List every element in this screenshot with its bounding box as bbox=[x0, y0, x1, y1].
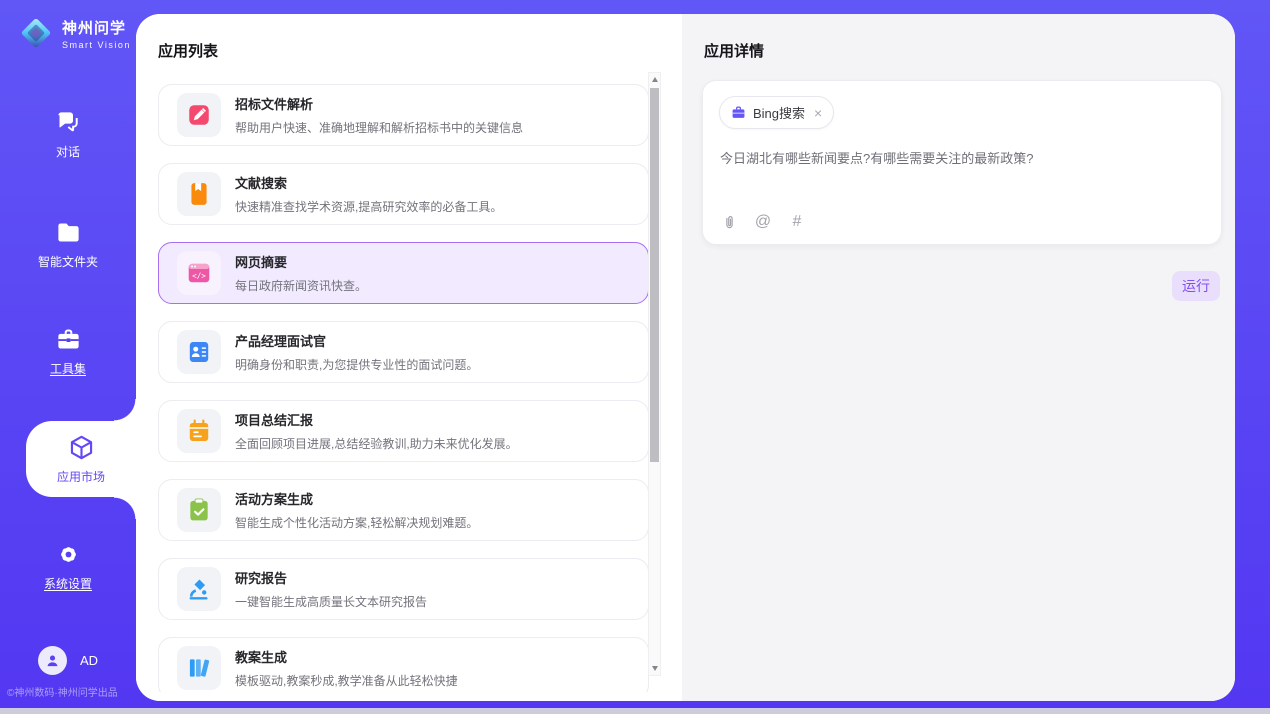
app-list-title: 应用列表 bbox=[158, 40, 218, 61]
svg-text:</>: </> bbox=[192, 271, 206, 280]
tool-tag-label: Bing搜索 bbox=[753, 103, 805, 122]
scrollbar-thumb[interactable] bbox=[650, 88, 659, 462]
interview-icon bbox=[186, 339, 212, 365]
diamond-logo-icon bbox=[18, 15, 54, 51]
tool-tag-bing-search[interactable]: Bing搜索 × bbox=[719, 96, 834, 129]
app-item-title: 产品经理面试官 bbox=[235, 331, 478, 350]
brand-logo: 神州问学 Smart Vision bbox=[18, 15, 131, 51]
toolbox-icon bbox=[55, 326, 82, 353]
sidebar-item-label: 工具集 bbox=[50, 360, 86, 377]
gear-icon bbox=[55, 541, 82, 568]
app-item-desc: 智能生成个性化活动方案,轻松解决规划难题。 bbox=[235, 514, 478, 531]
scroll-down-icon[interactable] bbox=[649, 662, 660, 675]
brand-slogan: Smart Vision bbox=[62, 40, 131, 50]
app-item-desc: 一键智能生成高质量长文本研究报告 bbox=[235, 593, 427, 610]
sidebar-item-label: 系统设置 bbox=[44, 575, 92, 592]
app-item-title: 教案生成 bbox=[235, 647, 458, 666]
plan-icon bbox=[186, 497, 212, 523]
close-icon[interactable]: × bbox=[814, 106, 822, 120]
sidebar-item-label: 对话 bbox=[56, 143, 80, 160]
list-item[interactable]: 招标文件解析 帮助用户快速、准确地理解和解析招标书中的关键信息 bbox=[158, 84, 649, 146]
main-content: 应用列表 招标文件解析 帮助用户快速、准确地理解和解析招标书中的关键信息 文献搜… bbox=[136, 14, 1235, 701]
run-button[interactable]: 运行 bbox=[1172, 271, 1220, 301]
summary-icon bbox=[186, 418, 212, 444]
edit-document-icon bbox=[186, 102, 212, 128]
sidebar-item-toolset[interactable]: 工具集 bbox=[0, 321, 136, 381]
app-list-panel: 应用列表 招标文件解析 帮助用户快速、准确地理解和解析招标书中的关键信息 文献搜… bbox=[136, 14, 682, 701]
composer-toolbar: @ # bbox=[720, 213, 806, 231]
prompt-input[interactable]: 今日湖北有哪些新闻要点?有哪些需要关注的最新政策? bbox=[720, 149, 1204, 169]
chat-icon bbox=[55, 109, 82, 136]
sidebar: 神州问学 Smart Vision 对话 智能文件夹 工具集 应用市场 系统设置… bbox=[0, 0, 136, 708]
user-icon bbox=[44, 652, 61, 669]
list-item[interactable]: 文献搜索 快速精准查找学术资源,提高研究效率的必备工具。 bbox=[158, 163, 649, 225]
app-item-title: 文献搜索 bbox=[235, 173, 502, 192]
app-item-title: 活动方案生成 bbox=[235, 489, 478, 508]
app-detail-title: 应用详情 bbox=[704, 40, 764, 61]
app-item-desc: 帮助用户快速、准确地理解和解析招标书中的关键信息 bbox=[235, 119, 523, 136]
app-item-desc: 全面回顾项目进展,总结经验教训,助力未来优化发展。 bbox=[235, 435, 518, 452]
app-item-title: 研究报告 bbox=[235, 568, 427, 587]
research-icon bbox=[186, 576, 212, 602]
avatar[interactable] bbox=[38, 646, 67, 675]
sidebar-item-label: 智能文件夹 bbox=[38, 253, 98, 270]
app-window: 神州问学 Smart Vision 对话 智能文件夹 工具集 应用市场 系统设置… bbox=[0, 0, 1270, 708]
brand-name: 神州问学 bbox=[62, 17, 131, 38]
sidebar-item-label: 应用市场 bbox=[57, 468, 105, 485]
user-account[interactable]: AD bbox=[0, 646, 136, 675]
copyright-text: ©神州数码·神州问学出品 bbox=[7, 684, 118, 699]
user-name: AD bbox=[80, 653, 98, 668]
sidebar-item-settings[interactable]: 系统设置 bbox=[0, 536, 136, 596]
sidebar-item-app-market[interactable]: 应用市场 bbox=[26, 421, 136, 497]
app-item-desc: 快速精准查找学术资源,提高研究效率的必备工具。 bbox=[235, 198, 502, 215]
list-item[interactable]: 研究报告 一键智能生成高质量长文本研究报告 bbox=[158, 558, 649, 620]
list-item[interactable]: 教案生成 模板驱动,教案秒成,教学准备从此轻松快捷 bbox=[158, 637, 649, 692]
paperclip-icon[interactable] bbox=[720, 213, 738, 231]
list-item[interactable]: </> 网页摘要 每日政府新闻资讯快查。 bbox=[158, 242, 649, 304]
app-item-desc: 模板驱动,教案秒成,教学准备从此轻松快捷 bbox=[235, 672, 458, 689]
list-item[interactable]: 活动方案生成 智能生成个性化活动方案,轻松解决规划难题。 bbox=[158, 479, 649, 541]
app-item-desc: 每日政府新闻资讯快查。 bbox=[235, 277, 367, 294]
app-item-desc: 明确身份和职责,为您提供专业性的面试问题。 bbox=[235, 356, 478, 373]
at-icon[interactable]: @ bbox=[754, 213, 772, 231]
sidebar-item-smart-folder[interactable]: 智能文件夹 bbox=[0, 214, 136, 274]
folder-icon bbox=[55, 219, 82, 246]
hash-icon[interactable]: # bbox=[788, 213, 806, 231]
briefcase-icon bbox=[731, 105, 746, 120]
list-scrollbar[interactable] bbox=[648, 72, 661, 676]
sidebar-item-chat[interactable]: 对话 bbox=[0, 104, 136, 164]
lesson-icon bbox=[186, 655, 212, 681]
cube-icon bbox=[68, 434, 95, 461]
list-item[interactable]: 产品经理面试官 明确身份和职责,为您提供专业性的面试问题。 bbox=[158, 321, 649, 383]
webpage-icon: </> bbox=[186, 260, 212, 286]
app-item-title: 项目总结汇报 bbox=[235, 410, 518, 429]
prompt-card: Bing搜索 × 今日湖北有哪些新闻要点?有哪些需要关注的最新政策? @ # bbox=[702, 80, 1222, 245]
app-detail-panel: 应用详情 Bing搜索 × 今日湖北有哪些新闻要点?有哪些需要关注的最新政策? … bbox=[682, 14, 1235, 701]
app-item-title: 网页摘要 bbox=[235, 252, 367, 271]
book-icon bbox=[186, 181, 212, 207]
app-item-title: 招标文件解析 bbox=[235, 94, 523, 113]
list-item[interactable]: 项目总结汇报 全面回顾项目进展,总结经验教训,助力未来优化发展。 bbox=[158, 400, 649, 462]
scroll-up-icon[interactable] bbox=[649, 73, 660, 86]
app-list: 招标文件解析 帮助用户快速、准确地理解和解析招标书中的关键信息 文献搜索 快速精… bbox=[158, 70, 649, 692]
